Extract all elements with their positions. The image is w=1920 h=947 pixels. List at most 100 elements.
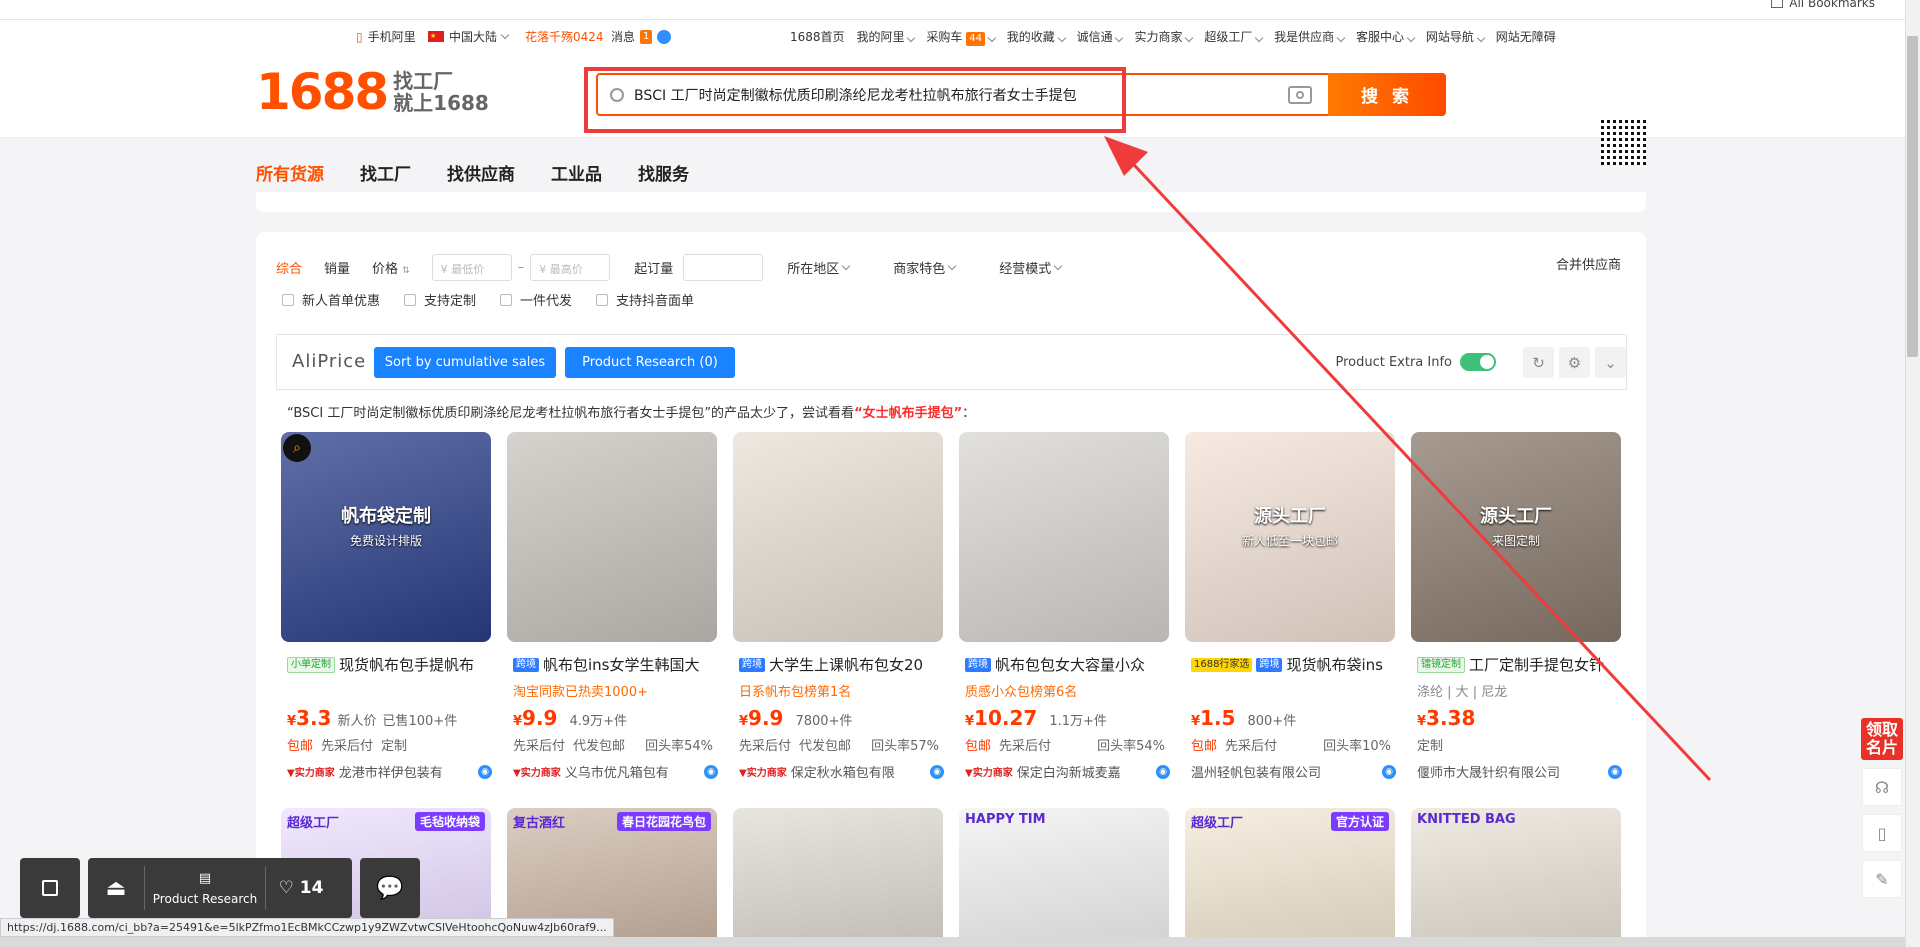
product-title[interactable]: 镭镜定制 工厂定制手提包女针 xyxy=(1417,654,1617,675)
shop-row[interactable]: ▼实力商家 义乌市优凡箱包有 ◉ xyxy=(513,762,718,781)
nav-site-nav[interactable]: 网站导航 xyxy=(1426,28,1485,46)
product-image[interactable] xyxy=(733,432,943,642)
sort-composite[interactable]: 综合 xyxy=(276,258,302,277)
check-custom[interactable]: 支持定制 xyxy=(404,290,476,309)
nav-cart[interactable]: 采购车 44 xyxy=(926,28,997,46)
tab-find-factory[interactable]: 找工厂 xyxy=(360,160,411,185)
sort-sales[interactable]: 销量 xyxy=(324,258,350,277)
product-research-button[interactable]: Product Research (0) xyxy=(565,347,735,378)
nav-super-factory[interactable]: 超级工厂 xyxy=(1204,28,1264,46)
min-price-input[interactable]: ¥ 最低价 xyxy=(431,254,512,281)
chat-icon[interactable]: ◉ xyxy=(1382,764,1396,779)
chat-icon[interactable]: ◉ xyxy=(1608,764,1622,779)
toggle-switch[interactable] xyxy=(1460,353,1496,371)
suggested-keyword-link[interactable]: “女士帆布手提包” xyxy=(854,406,962,421)
product-card[interactable] xyxy=(733,808,943,947)
product-image[interactable]: 帆布袋定制 免费设计排版 ⌕ xyxy=(281,432,491,642)
region-select[interactable]: ★ 中国大陆 xyxy=(428,28,510,45)
chat-icon[interactable]: ◉ xyxy=(478,764,492,779)
chat-icon[interactable]: ◉ xyxy=(930,764,944,779)
message-count-badge: 1 xyxy=(640,29,653,44)
checkbox[interactable] xyxy=(500,293,513,306)
product-title[interactable]: 小单定制 现货帆布包手提帆布 xyxy=(287,654,487,675)
mobile-ali-link[interactable]: ▯ 手机阿里 xyxy=(356,28,416,45)
nav-my-ali[interactable]: 我的阿里 xyxy=(857,28,916,46)
nav-supplier[interactable]: 我是供应商 xyxy=(1274,28,1346,46)
username-link[interactable]: 花落千殇0424 xyxy=(525,28,604,45)
mobile-icon[interactable]: ▯ xyxy=(1862,814,1902,852)
shop-row[interactable]: ▼实力商家 保定白沟新城麦嘉 ◉ xyxy=(965,762,1170,781)
nav-chengxintong[interactable]: 诚信通 xyxy=(1077,28,1124,46)
checkbox[interactable] xyxy=(404,293,417,306)
tab-find-supplier[interactable]: 找供应商 xyxy=(447,160,515,185)
camera-icon[interactable] xyxy=(1288,85,1312,104)
collapse-icon[interactable]: ⏏ xyxy=(88,876,144,901)
product-card[interactable]: HAPPY TIM xyxy=(959,808,1169,947)
merge-suppliers-link[interactable]: 合并供应商 xyxy=(1556,254,1621,273)
product-card[interactable]: 跨境 大学生上课帆布包女20 日系帆布包榜第1名 ¥9.9 7800+件 先采后付… xyxy=(733,432,944,788)
product-card[interactable]: 超级工厂 官方认证 xyxy=(1185,808,1395,947)
sort-cumulative-sales-button[interactable]: Sort by cumulative sales xyxy=(374,347,556,378)
search-icon[interactable]: ⌕ xyxy=(283,434,311,462)
bookmarks-bar[interactable]: All Bookmarks xyxy=(1771,0,1875,10)
get-card-button[interactable]: 领取名片 xyxy=(1861,718,1903,760)
product-title[interactable]: 跨境 帆布包ins女学生韩国大 xyxy=(513,654,713,675)
service-tag: 先采后付 xyxy=(1225,739,1278,754)
shop-row[interactable]: ▼实力商家 保定秋水箱包有限 ◉ xyxy=(739,762,944,781)
product-card[interactable]: 跨境 帆布包ins女学生韩国大 淘宝同款已热卖1000+ ¥9.9 4.9万+件 … xyxy=(507,432,718,788)
scrollbar-thumb[interactable] xyxy=(1907,36,1918,357)
filter-business-mode[interactable]: 经营模式 xyxy=(999,258,1063,277)
site-logo[interactable]: 1688 找工厂 就上1688 xyxy=(256,64,489,120)
checkbox[interactable] xyxy=(596,293,609,306)
price-note: 新人价 xyxy=(337,714,377,729)
messages-link[interactable]: 消息 1 xyxy=(611,28,672,45)
product-extra-info-toggle[interactable]: Product Extra Info xyxy=(1335,353,1496,371)
check-newcomer[interactable]: 新人首单优惠 xyxy=(282,290,380,309)
nav-strength-merchants[interactable]: 实力商家 xyxy=(1134,28,1194,46)
search-button[interactable]: 搜 索 xyxy=(1328,73,1446,116)
chat-icon[interactable]: 💬 xyxy=(360,858,420,918)
nav-service-center[interactable]: 客服中心 xyxy=(1356,28,1416,46)
product-card[interactable]: KNITTED BAG xyxy=(1411,808,1621,947)
tab-find-service[interactable]: 找服务 xyxy=(638,160,689,185)
refresh-icon[interactable]: ↻ xyxy=(1523,347,1554,378)
chat-icon[interactable]: ◉ xyxy=(1156,764,1170,779)
nav-accessibility[interactable]: 网站无障碍 xyxy=(1496,28,1556,46)
filter-merchant-features[interactable]: 商家特色 xyxy=(893,258,957,277)
product-price-row: ¥3.3 新人价 已售100+件 xyxy=(287,706,457,730)
check-douyin[interactable]: 支持抖音面单 xyxy=(596,290,694,309)
gear-icon[interactable]: ⚙ xyxy=(1559,347,1590,378)
moq-input[interactable] xyxy=(683,254,764,281)
product-card[interactable]: 跨境 帆布包包女大容量小众 质感小众包榜第6名 ¥10.27 1.1万+件 包邮先… xyxy=(959,432,1170,788)
product-image[interactable] xyxy=(959,432,1169,642)
category-tabs: 所有货源 找工厂 找供应商 工业品 找服务 xyxy=(256,160,689,185)
nav-favorites[interactable]: 我的收藏 xyxy=(1007,28,1066,46)
shop-row[interactable]: ▼实力商家 龙港市祥伊包装有 ◉ xyxy=(287,762,492,781)
product-card[interactable]: 源头工厂 新人低至一块包邮 1688行家选 跨境 现货帆布袋ins ¥1.5 800+… xyxy=(1185,432,1396,788)
feedback-icon[interactable]: ✎ xyxy=(1862,860,1902,898)
product-card[interactable]: 帆布袋定制 免费设计排版 ⌕ 小单定制 现货帆布包手提帆布 ¥3.3 新人价 已售10… xyxy=(281,432,492,788)
filter-region[interactable]: 所在地区 xyxy=(787,258,851,277)
product-research-tool[interactable]: ▤ Product Research xyxy=(145,871,265,906)
headset-icon[interactable]: ☊ xyxy=(1862,768,1902,806)
checkbox[interactable] xyxy=(282,293,294,306)
product-title[interactable]: 跨境 帆布包包女大容量小众 xyxy=(965,654,1165,675)
check-dropship[interactable]: 一件代发 xyxy=(500,290,572,309)
shop-row[interactable]: 温州轻帆包装有限公司 ◉ xyxy=(1191,762,1396,781)
product-image[interactable]: 源头工厂 来图定制 xyxy=(1411,432,1621,642)
max-price-input[interactable]: ¥ 最高价 xyxy=(530,254,611,281)
nav-home[interactable]: 1688首页 xyxy=(790,28,845,46)
product-card[interactable]: 源头工厂 来图定制 镭镜定制 工厂定制手提包女针 涤纶 | 大 | 尼龙 ¥3.38… xyxy=(1411,432,1622,788)
bag-icon[interactable] xyxy=(20,858,80,918)
chevron-down-icon[interactable]: ⌄ xyxy=(1595,347,1626,378)
chat-icon[interactable]: ◉ xyxy=(704,764,718,779)
likes-button[interactable]: ♡ 14 xyxy=(266,878,336,898)
product-title[interactable]: 跨境 大学生上课帆布包女20 xyxy=(739,654,939,675)
product-title[interactable]: 1688行家选 跨境 现货帆布袋ins xyxy=(1191,654,1391,675)
sort-price[interactable]: 价格 ⇅ xyxy=(372,258,410,277)
tab-industrial[interactable]: 工业品 xyxy=(551,160,602,185)
tab-all-sources[interactable]: 所有货源 xyxy=(256,160,324,185)
shop-row[interactable]: 偃师市大晟针织有限公司 ◉ xyxy=(1417,762,1622,781)
product-image[interactable] xyxy=(507,432,717,642)
product-image[interactable]: 源头工厂 新人低至一块包邮 xyxy=(1185,432,1395,642)
